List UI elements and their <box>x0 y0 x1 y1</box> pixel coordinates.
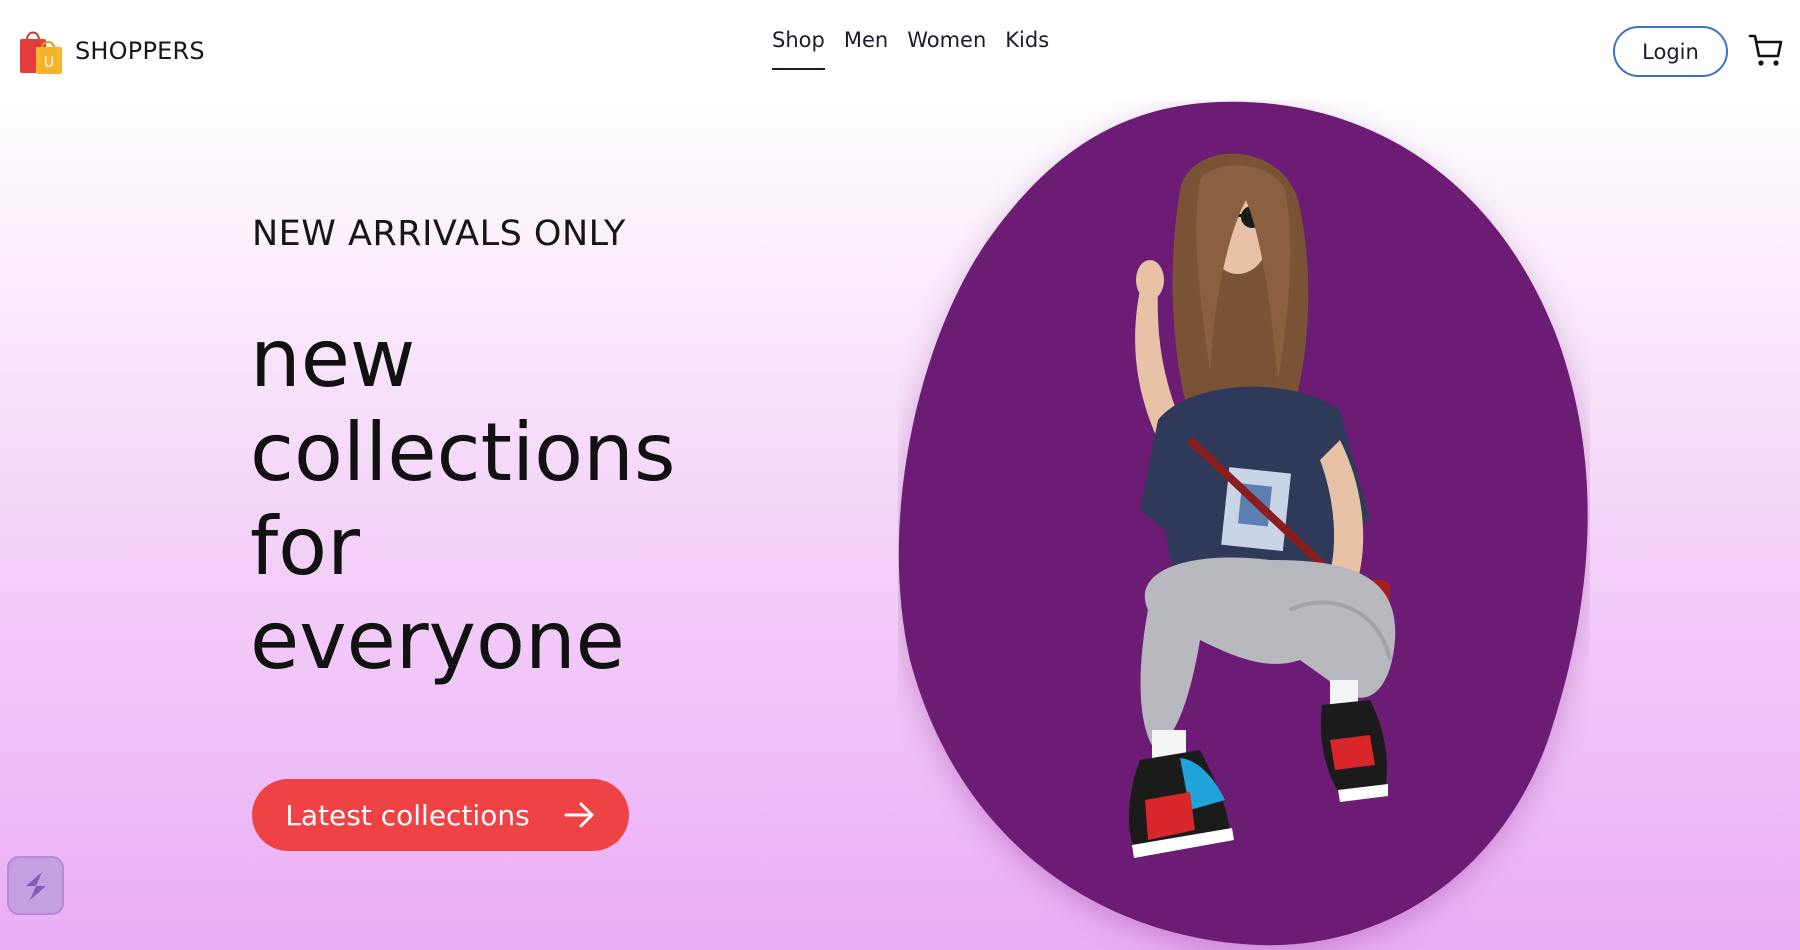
assistant-widget-icon <box>25 871 46 900</box>
hero-title-line: new <box>250 312 416 405</box>
cart-icon[interactable] <box>1748 32 1784 68</box>
shopping-bags-icon: U <box>20 31 62 74</box>
svg-text:U: U <box>44 55 54 71</box>
arrow-right-icon <box>564 802 594 828</box>
hero-model-image <box>1128 153 1396 858</box>
main-nav: Shop Men Women Kids <box>772 28 1049 70</box>
assistant-widget-button[interactable] <box>7 856 64 915</box>
brand-name: SHOPPERS <box>75 37 205 65</box>
hero-eyebrow: NEW ARRIVALS ONLY <box>252 214 626 254</box>
login-button[interactable]: Login <box>1613 26 1728 77</box>
hero-title-line: collections <box>250 406 676 499</box>
navbar: U SHOPPERS Shop Men Women Kids Login <box>0 0 1800 102</box>
hero-title-line: for <box>250 500 360 593</box>
hero-title: new collections for everyone <box>250 312 770 688</box>
hero-title-line: everyone <box>250 594 625 687</box>
brand[interactable]: U SHOPPERS <box>18 26 205 76</box>
cta-label: Latest collections <box>285 798 530 832</box>
nav-item-men[interactable]: Men <box>844 28 888 70</box>
latest-collections-button[interactable]: Latest collections <box>252 779 629 851</box>
nav-item-women[interactable]: Women <box>907 28 986 70</box>
nav-item-kids[interactable]: Kids <box>1005 28 1049 70</box>
nav-item-shop[interactable]: Shop <box>772 28 825 70</box>
